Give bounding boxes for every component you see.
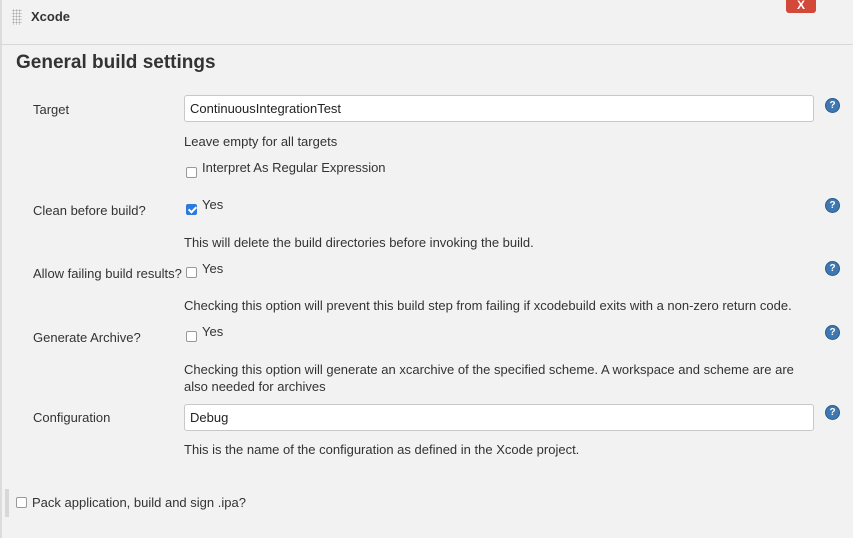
allow-failing-description: Checking this option will prevent this b…	[184, 298, 792, 313]
allow-failing-label: Allow failing build results?	[33, 266, 182, 281]
target-label: Target	[33, 102, 70, 117]
allow-failing-checkbox[interactable]	[186, 267, 197, 278]
allow-failing-help-icon[interactable]: ?	[825, 261, 840, 276]
target-help-icon[interactable]: ?	[825, 98, 840, 113]
configuration-description: This is the name of the configuration as…	[184, 442, 580, 457]
archive-description: Checking this option will generate an xc…	[184, 362, 794, 394]
clean-label: Clean before build?	[33, 203, 146, 218]
configuration-help-icon[interactable]: ?	[825, 405, 840, 420]
builder-title: Xcode	[31, 9, 71, 24]
regex-checkbox-label: Interpret As Regular Expression	[202, 160, 386, 175]
target-description: Leave empty for all targets	[184, 134, 338, 149]
archive-yes-label: Yes	[202, 324, 224, 339]
configuration-label: Configuration	[33, 410, 111, 425]
target-input[interactable]	[184, 95, 814, 122]
section-title: General build settings	[16, 52, 216, 73]
drag-handle-icon[interactable]	[12, 9, 22, 25]
archive-label: Generate Archive?	[33, 330, 141, 345]
clean-yes-label: Yes	[202, 197, 224, 212]
clean-checkbox[interactable]	[186, 204, 197, 215]
configuration-input[interactable]	[184, 404, 814, 431]
clean-description: This will delete the build directories b…	[184, 235, 534, 250]
left-border	[0, 0, 2, 538]
clean-help-icon[interactable]: ?	[825, 198, 840, 213]
regex-checkbox[interactable]	[186, 167, 197, 178]
section-marker	[5, 489, 9, 517]
pack-ipa-checkbox[interactable]	[16, 497, 27, 508]
delete-step-button[interactable]: X	[786, 0, 816, 13]
allow-failing-yes-label: Yes	[202, 261, 224, 276]
pack-ipa-label: Pack application, build and sign .ipa?	[32, 495, 246, 510]
divider	[0, 44, 853, 45]
archive-help-icon[interactable]: ?	[825, 325, 840, 340]
archive-checkbox[interactable]	[186, 331, 197, 342]
